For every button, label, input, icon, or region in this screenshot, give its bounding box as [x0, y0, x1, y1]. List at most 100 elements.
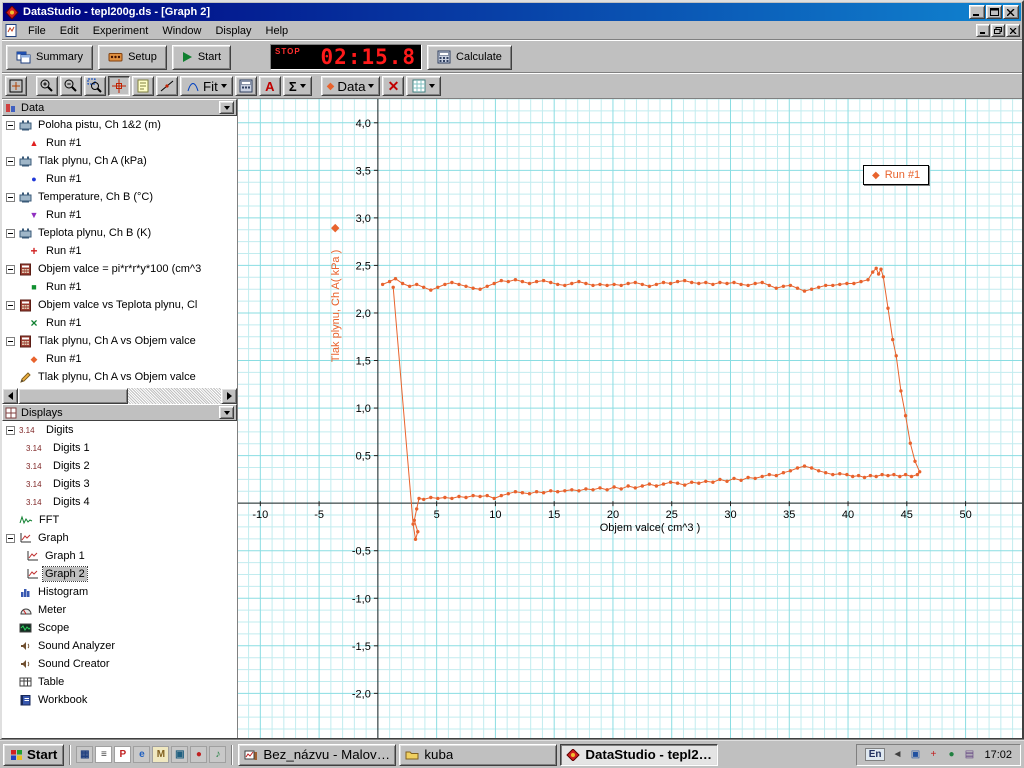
data-point[interactable]: [852, 281, 856, 286]
data-point[interactable]: [739, 282, 743, 287]
data-point[interactable]: [626, 281, 630, 286]
data-point[interactable]: [577, 279, 581, 284]
media-icon[interactable]: ▣: [171, 746, 189, 763]
menu-edit[interactable]: Edit: [53, 23, 86, 39]
data-point[interactable]: [577, 489, 581, 493]
data-point[interactable]: [591, 283, 595, 288]
data-point[interactable]: [802, 289, 807, 293]
data-point[interactable]: [876, 272, 881, 276]
data-point[interactable]: [915, 472, 920, 477]
display-item[interactable]: Sound Analyzer: [2, 637, 237, 655]
data-point[interactable]: [598, 486, 602, 490]
data-point[interactable]: [753, 281, 757, 286]
desktop-icon[interactable]: ▦: [76, 746, 94, 763]
realplayer-icon[interactable]: ●: [190, 746, 208, 763]
mdi-close-button[interactable]: [1006, 24, 1020, 37]
data-point[interactable]: [746, 475, 750, 480]
titlebar[interactable]: DataStudio - tepl200g.ds - [Graph 2]: [3, 3, 1021, 21]
data-point[interactable]: [436, 285, 440, 289]
ie-icon[interactable]: e: [133, 746, 151, 763]
volume-icon[interactable]: ◄: [890, 748, 904, 762]
data-point[interactable]: [760, 474, 764, 479]
data-point[interactable]: [683, 278, 687, 283]
data-point[interactable]: [908, 441, 912, 445]
data-point[interactable]: [760, 280, 764, 285]
data-point[interactable]: [859, 279, 863, 284]
data-point[interactable]: [886, 473, 890, 478]
data-point[interactable]: [732, 476, 736, 481]
chart[interactable]: -10 -5 5 10 15 20 25 30 35 40 45 50 4,0 3,5 3,0 2,5 2,0 1…: [238, 99, 1022, 738]
data-point[interactable]: [767, 283, 771, 288]
antivirus-icon[interactable]: +: [926, 748, 940, 762]
data-point[interactable]: [781, 284, 786, 288]
data-point[interactable]: [690, 280, 694, 285]
data-point[interactable]: [809, 466, 814, 470]
setup-button[interactable]: Setup: [98, 44, 167, 70]
data-point[interactable]: [380, 282, 385, 287]
data-point[interactable]: [654, 484, 659, 488]
run-item[interactable]: ● Run #1: [2, 170, 237, 188]
printer-icon[interactable]: ▤: [962, 748, 976, 762]
document-icon[interactable]: ≡: [95, 746, 113, 763]
data-point[interactable]: [879, 267, 883, 271]
display-item[interactable]: 3.14 Digits: [2, 421, 237, 439]
data-point[interactable]: [464, 284, 468, 288]
scrollbar-thumb[interactable]: [18, 388, 128, 404]
data-point[interactable]: [422, 285, 426, 289]
data-point[interactable]: [407, 284, 412, 288]
data-point[interactable]: [478, 494, 482, 499]
data-point[interactable]: [549, 489, 553, 493]
display-icon[interactable]: ▣: [908, 748, 922, 762]
expand-box[interactable]: [6, 192, 15, 202]
data-point[interactable]: [866, 278, 870, 282]
data-point[interactable]: [443, 495, 447, 500]
data-point[interactable]: [478, 287, 482, 291]
data-point[interactable]: [903, 472, 908, 477]
data-point[interactable]: [913, 459, 917, 463]
data-point[interactable]: [862, 475, 867, 480]
data-point[interactable]: [584, 487, 588, 491]
data-series[interactable]: [380, 266, 922, 541]
run-item[interactable]: ▼ Run #1: [2, 206, 237, 224]
data-point[interactable]: [788, 469, 793, 473]
data-point[interactable]: [626, 484, 630, 488]
data-point[interactable]: [570, 281, 574, 286]
data-point[interactable]: [817, 469, 821, 473]
data-point[interactable]: [527, 492, 532, 496]
data-point[interactable]: [781, 471, 786, 475]
data-point[interactable]: [824, 283, 828, 288]
graph-settings-dropdown[interactable]: [406, 76, 442, 96]
smart-tool-button[interactable]: [108, 76, 130, 96]
data-point[interactable]: [725, 281, 729, 286]
scroll-right-button[interactable]: [221, 388, 237, 404]
fit-dropdown[interactable]: Fit: [180, 76, 233, 96]
data-point[interactable]: [429, 495, 433, 500]
data-point[interactable]: [845, 472, 849, 477]
display-item[interactable]: FFT: [2, 511, 237, 529]
displays-panel-menu-button[interactable]: [219, 406, 234, 419]
data-point[interactable]: [831, 472, 835, 477]
data-point[interactable]: [387, 279, 392, 284]
expand-box[interactable]: [6, 264, 15, 274]
menu-file[interactable]: File: [21, 23, 53, 39]
display-item[interactable]: Table: [2, 673, 237, 691]
data-point[interactable]: [903, 414, 908, 418]
run-item[interactable]: + Run #1: [2, 242, 237, 260]
data-point[interactable]: [417, 496, 421, 501]
data-point[interactable]: [413, 537, 418, 541]
data-point[interactable]: [612, 282, 616, 287]
data-point[interactable]: [457, 494, 461, 499]
data-point[interactable]: [868, 473, 873, 478]
calculate-button[interactable]: Calculate: [427, 44, 512, 70]
data-point[interactable]: [429, 288, 433, 292]
data-point[interactable]: [725, 479, 729, 483]
data-point[interactable]: [415, 282, 419, 287]
data-point[interactable]: [640, 282, 644, 287]
data-point[interactable]: [661, 280, 666, 285]
scroll-left-button[interactable]: [2, 388, 18, 404]
data-point[interactable]: [436, 496, 440, 501]
data-point[interactable]: [485, 493, 489, 498]
data-point[interactable]: [422, 497, 426, 502]
scale-to-fit-button[interactable]: [5, 76, 27, 96]
display-item[interactable]: Meter: [2, 601, 237, 619]
